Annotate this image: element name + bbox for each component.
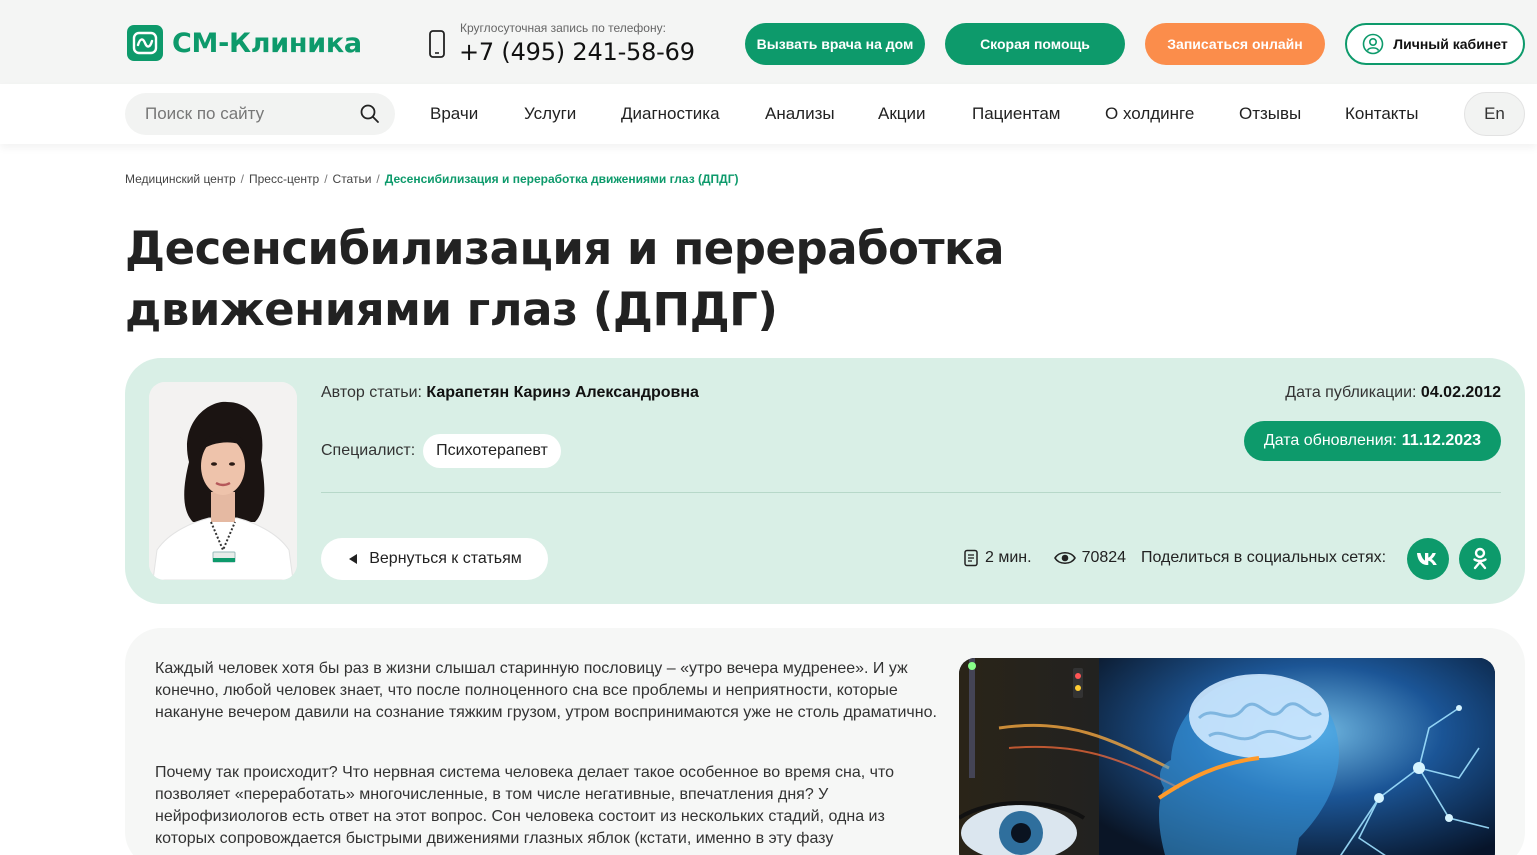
- page-title: Десенсибилизация и переработка движениям…: [125, 222, 1004, 336]
- nav-item-promotions[interactable]: Акции: [878, 104, 926, 124]
- article-paragraph: Каждый человек хотя бы раз в жизни слыша…: [155, 660, 937, 721]
- article-info-card: Автор статьи: Карапетян Каринэ Александр…: [125, 358, 1525, 604]
- vk-icon: [1417, 553, 1437, 565]
- read-time: 2 мин.: [985, 549, 1032, 566]
- back-to-articles-button[interactable]: Вернуться к статьям: [321, 538, 548, 580]
- book-online-button[interactable]: Записаться онлайн: [1145, 23, 1325, 65]
- specialist-label: Специалист:: [321, 442, 416, 459]
- nav-item-patients[interactable]: Пациентам: [972, 104, 1061, 124]
- breadcrumb-separator: /: [376, 172, 380, 186]
- specialist-line: Специалист: Психотерапевт: [321, 434, 561, 468]
- read-time-icon: [964, 549, 978, 567]
- phone-number[interactable]: +7 (495) 241-58-69: [459, 38, 695, 66]
- logo[interactable]: СМ-Клиника: [127, 25, 362, 61]
- call-doctor-button[interactable]: Вызвать врача на дом: [745, 23, 925, 65]
- search-box: [125, 93, 395, 135]
- article-body: Каждый человек хотя бы раз в жизни слыша…: [125, 628, 1525, 855]
- author-name[interactable]: Карапетян Каринэ Александровна: [426, 384, 699, 401]
- phone-icon: [429, 30, 445, 58]
- breadcrumb-item[interactable]: Медицинский центр: [125, 172, 236, 186]
- logo-text: СМ-Клиника: [172, 27, 362, 59]
- back-button-label: Вернуться к статьям: [369, 550, 522, 567]
- nav-item-holding[interactable]: О холдинге: [1105, 104, 1194, 124]
- odnoklassniki-icon: [1473, 547, 1487, 570]
- article-illustration: [959, 658, 1495, 855]
- eye-icon: [1053, 551, 1076, 565]
- ok-share-button[interactable]: [1459, 538, 1501, 580]
- nav-bar: Врачи Услуги Диагностика Анализы Акции П…: [0, 84, 1537, 144]
- article-paragraph: Почему так происходит? Что нервная систе…: [155, 764, 894, 847]
- updated-date: 11.12.2023: [1401, 432, 1481, 449]
- breadcrumb-separator: /: [324, 172, 328, 186]
- published-date: 04.02.2012: [1420, 384, 1501, 401]
- share-label: Поделиться в социальных сетях:: [1141, 549, 1387, 566]
- account-label: Личный кабинет: [1393, 36, 1508, 52]
- top-bar: СМ-Клиника Круглосуточная запись по теле…: [0, 0, 1537, 84]
- updated-label: Дата обновления:: [1263, 432, 1397, 449]
- user-icon: [1362, 33, 1384, 55]
- search-input[interactable]: [145, 93, 345, 135]
- back-arrow-icon: [349, 554, 358, 564]
- nav-item-doctors[interactable]: Врачи: [430, 104, 478, 124]
- breadcrumb-item[interactable]: Пресс-центр: [249, 172, 319, 186]
- breadcrumb: Медицинский центр / Пресс-центр / Статьи / …: [125, 172, 739, 186]
- ambulance-button[interactable]: Скорая помощь: [945, 23, 1125, 65]
- nav-item-services[interactable]: Услуги: [524, 104, 576, 124]
- breadcrumb-item[interactable]: Статьи: [333, 172, 372, 186]
- publication-date: Дата публикации: 04.02.2012: [1285, 384, 1501, 402]
- nav-item-contacts[interactable]: Контакты: [1345, 104, 1418, 124]
- account-button[interactable]: Личный кабинет: [1345, 23, 1525, 65]
- vk-share-button[interactable]: [1407, 538, 1449, 580]
- breadcrumb-current: Десенсибилизация и переработка движениям…: [384, 172, 739, 186]
- author-photo: [149, 382, 297, 580]
- divider: [321, 492, 1501, 493]
- nav-item-analyses[interactable]: Анализы: [765, 104, 835, 124]
- nav-item-reviews[interactable]: Отзывы: [1239, 104, 1301, 124]
- breadcrumb-separator: /: [240, 172, 244, 186]
- article-stats: 2 мин. 70824: [963, 549, 1126, 567]
- published-label: Дата публикации:: [1285, 384, 1417, 401]
- language-switch[interactable]: En: [1464, 92, 1525, 136]
- nav-item-diagnostics[interactable]: Диагностика: [621, 104, 720, 124]
- search-icon[interactable]: [360, 104, 380, 124]
- author-line: Автор статьи: Карапетян Каринэ Александр…: [321, 384, 699, 402]
- update-date-badge: Дата обновления: 11.12.2023: [1243, 421, 1501, 461]
- specialist-chip[interactable]: Психотерапевт: [423, 434, 561, 468]
- phone-caption: Круглосуточная запись по телефону:: [460, 21, 666, 35]
- author-label: Автор статьи:: [321, 384, 422, 401]
- logo-icon: [127, 25, 163, 61]
- views-count: 70824: [1081, 549, 1127, 566]
